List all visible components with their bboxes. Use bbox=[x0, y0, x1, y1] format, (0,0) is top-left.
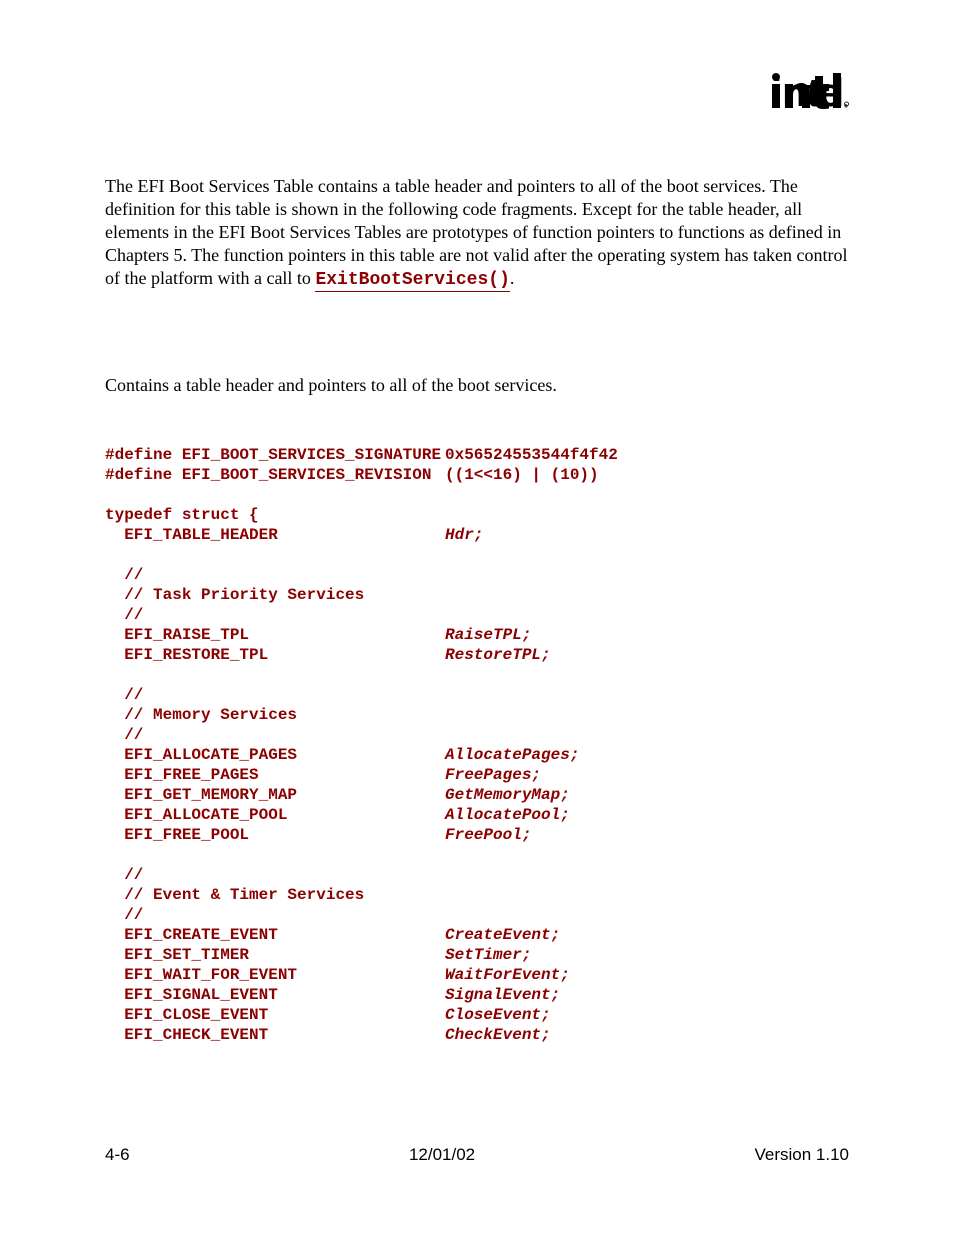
code-type: EFI_ALLOCATE_POOL bbox=[105, 805, 445, 825]
code-line: EFI_CHECK_EVENTCheckEvent; bbox=[105, 1025, 849, 1045]
code-line: EFI_FREE_PAGESFreePages; bbox=[105, 765, 849, 785]
code-line: #define EFI_BOOT_SERVICES_SIGNATURE0x565… bbox=[105, 445, 849, 465]
code-line: EFI_GET_MEMORY_MAPGetMemoryMap; bbox=[105, 785, 849, 805]
svg-text:int: int bbox=[771, 71, 820, 112]
code-type: EFI_CREATE_EVENT bbox=[105, 925, 445, 945]
code-type: #define EFI_BOOT_SERVICES_SIGNATURE bbox=[105, 445, 445, 465]
code-type: EFI_ALLOCATE_PAGES bbox=[105, 745, 445, 765]
code-type: EFI_GET_MEMORY_MAP bbox=[105, 785, 445, 805]
code-type: EFI_FREE_PAGES bbox=[105, 765, 445, 785]
code-value: CreateEvent; bbox=[445, 926, 560, 944]
code-blank-line bbox=[105, 485, 849, 505]
code-line: // bbox=[105, 725, 849, 745]
code-line: // bbox=[105, 565, 849, 585]
code-type: #define EFI_BOOT_SERVICES_REVISION bbox=[105, 465, 445, 485]
paragraph-post: . bbox=[510, 268, 515, 288]
code-value: RestoreTPL; bbox=[445, 646, 551, 664]
code-value: RaiseTPL; bbox=[445, 626, 531, 644]
intel-logo: int e l R bbox=[105, 70, 849, 117]
code-line: // bbox=[105, 685, 849, 705]
code-value: 0x56524553544f4f42 bbox=[445, 446, 618, 464]
code-line: // Task Priority Services bbox=[105, 585, 849, 605]
code-line: EFI_FREE_POOLFreePool; bbox=[105, 825, 849, 845]
code-line: EFI_CLOSE_EVENTCloseEvent; bbox=[105, 1005, 849, 1025]
code-line: // bbox=[105, 905, 849, 925]
code-type: EFI_RESTORE_TPL bbox=[105, 645, 445, 665]
footer-date: 12/01/02 bbox=[409, 1145, 475, 1165]
code-type: // Task Priority Services bbox=[105, 585, 445, 605]
code-type: EFI_SIGNAL_EVENT bbox=[105, 985, 445, 1005]
description-text: Contains a table header and pointers to … bbox=[105, 374, 849, 397]
code-type: // bbox=[105, 565, 445, 585]
code-blank-line bbox=[105, 845, 849, 865]
code-blank-line bbox=[105, 545, 849, 565]
code-type: // bbox=[105, 905, 445, 925]
code-value: GetMemoryMap; bbox=[445, 786, 570, 804]
code-line: // bbox=[105, 605, 849, 625]
code-type: EFI_CHECK_EVENT bbox=[105, 1025, 445, 1045]
code-line: EFI_ALLOCATE_PAGESAllocatePages; bbox=[105, 745, 849, 765]
code-line: EFI_SIGNAL_EVENTSignalEvent; bbox=[105, 985, 849, 1005]
code-type: EFI_TABLE_HEADER bbox=[105, 525, 445, 545]
svg-text:R: R bbox=[845, 103, 847, 107]
code-value: CheckEvent; bbox=[445, 1026, 551, 1044]
code-type: EFI_WAIT_FOR_EVENT bbox=[105, 965, 445, 985]
code-block: #define EFI_BOOT_SERVICES_SIGNATURE0x565… bbox=[105, 445, 849, 1045]
code-type: // Event & Timer Services bbox=[105, 885, 445, 905]
code-type: // bbox=[105, 605, 445, 625]
code-type: EFI_SET_TIMER bbox=[105, 945, 445, 965]
code-line: EFI_WAIT_FOR_EVENTWaitForEvent; bbox=[105, 965, 849, 985]
intro-paragraph: The EFI Boot Services Table contains a t… bbox=[105, 175, 849, 292]
code-type: // bbox=[105, 725, 445, 745]
code-line: typedef struct { bbox=[105, 505, 849, 525]
code-value: AllocatePages; bbox=[445, 746, 579, 764]
code-value: SignalEvent; bbox=[445, 986, 560, 1004]
code-line: EFI_RAISE_TPLRaiseTPL; bbox=[105, 625, 849, 645]
code-blank-line bbox=[105, 665, 849, 685]
code-value: SetTimer; bbox=[445, 946, 531, 964]
code-value: FreePool; bbox=[445, 826, 531, 844]
code-type: typedef struct { bbox=[105, 505, 445, 525]
code-line: EFI_CREATE_EVENTCreateEvent; bbox=[105, 925, 849, 945]
exit-boot-services-link[interactable]: ExitBootServices() bbox=[315, 270, 509, 292]
code-type: EFI_RAISE_TPL bbox=[105, 625, 445, 645]
code-line: #define EFI_BOOT_SERVICES_REVISION((1<<1… bbox=[105, 465, 849, 485]
code-line: EFI_ALLOCATE_POOLAllocatePool; bbox=[105, 805, 849, 825]
code-line: // bbox=[105, 865, 849, 885]
code-line: EFI_TABLE_HEADERHdr; bbox=[105, 525, 849, 545]
code-value: Hdr; bbox=[445, 526, 483, 544]
svg-text:l: l bbox=[833, 71, 844, 112]
code-value: CloseEvent; bbox=[445, 1006, 551, 1024]
code-value: AllocatePool; bbox=[445, 806, 570, 824]
code-type: // Memory Services bbox=[105, 705, 445, 725]
code-type: EFI_CLOSE_EVENT bbox=[105, 1005, 445, 1025]
code-line: EFI_RESTORE_TPLRestoreTPL; bbox=[105, 645, 849, 665]
code-value: ((1<<16) | (10)) bbox=[445, 466, 599, 484]
code-line: // Event & Timer Services bbox=[105, 885, 849, 905]
code-type: // bbox=[105, 865, 445, 885]
code-type: // bbox=[105, 685, 445, 705]
code-value: WaitForEvent; bbox=[445, 966, 570, 984]
code-line: EFI_SET_TIMERSetTimer; bbox=[105, 945, 849, 965]
code-line: // Memory Services bbox=[105, 705, 849, 725]
page-footer: 4-6 12/01/02 Version 1.10 bbox=[105, 1145, 849, 1165]
code-type: EFI_FREE_POOL bbox=[105, 825, 445, 845]
footer-page-number: 4-6 bbox=[105, 1145, 130, 1165]
footer-version: Version 1.10 bbox=[754, 1145, 849, 1165]
code-value: FreePages; bbox=[445, 766, 541, 784]
